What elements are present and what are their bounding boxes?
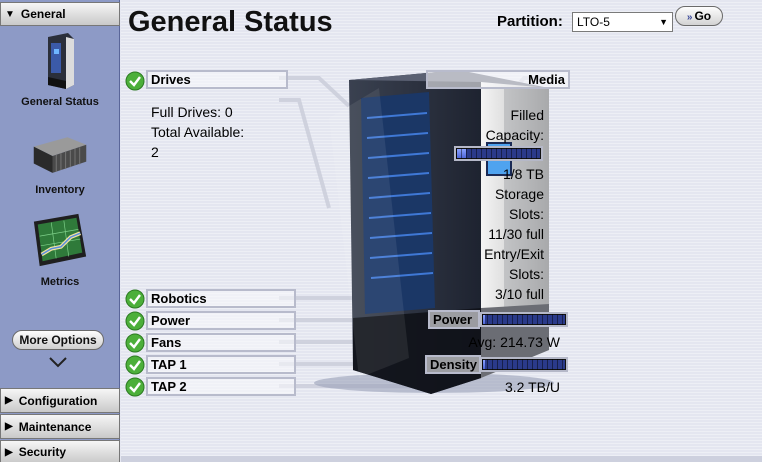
- entry-exit-label-1: Entry/Exit: [484, 246, 544, 262]
- storage-slots-label-2: Slots:: [508, 206, 544, 222]
- check-circle-icon: [125, 333, 145, 353]
- media-filled-value: 1/8 TB: [503, 166, 544, 182]
- drives-status-box[interactable]: Drives: [146, 70, 288, 89]
- storage-slots-value: 11/30 full: [488, 226, 544, 242]
- sidebar-item-label: General Status: [21, 96, 99, 108]
- density-value: 3.2 TB/U: [505, 379, 560, 395]
- check-circle-icon: [125, 71, 145, 91]
- filled-capacity-meter: [454, 146, 543, 161]
- sidebar-item-general-status[interactable]: General Status: [0, 30, 120, 108]
- sidebar-item-inventory[interactable]: Inventory: [0, 130, 120, 196]
- triangle-right-icon: ▶: [5, 421, 13, 432]
- bottom-status-strip: [121, 456, 762, 462]
- sidebar-item-label: Inventory: [35, 184, 85, 196]
- storage-slots-label-1: Storage: [494, 186, 544, 202]
- chart-monitor-icon: [30, 208, 90, 272]
- sidebar: ▼ General General Status Inventory Metri…: [0, 0, 120, 462]
- drives-total-value: 2: [151, 144, 159, 160]
- go-button-label: Go: [694, 9, 712, 23]
- tap2-status-box[interactable]: TAP 2: [146, 377, 296, 396]
- robotics-status-box[interactable]: Robotics: [146, 289, 296, 308]
- sidebar-section-configuration[interactable]: ▶ Configuration: [0, 388, 120, 413]
- power-component-status-box[interactable]: Power: [146, 311, 296, 330]
- power-meter: [480, 312, 568, 327]
- partition-label: Partition:: [497, 13, 563, 30]
- dropdown-arrow-icon: ▼: [659, 17, 668, 27]
- check-circle-icon: [125, 289, 145, 309]
- sidebar-section-label: Configuration: [18, 393, 98, 408]
- fans-status-box[interactable]: Fans: [146, 333, 296, 352]
- media-status-box[interactable]: Media: [426, 70, 570, 89]
- sidebar-section-label: Security: [18, 445, 67, 459]
- check-circle-icon: [125, 311, 145, 331]
- power-status-box[interactable]: Power: [428, 310, 480, 329]
- drives-total-label: Total Available:: [151, 124, 245, 140]
- double-chevron-right-icon: »: [686, 12, 693, 23]
- sidebar-section-label: General: [20, 7, 66, 21]
- entry-exit-label-2: Slots:: [508, 266, 544, 282]
- triangle-right-icon: ▶: [5, 395, 13, 406]
- sidebar-item-metrics[interactable]: Metrics: [0, 208, 120, 288]
- check-circle-icon: [125, 355, 145, 375]
- entry-exit-value: 3/10 full: [494, 286, 544, 302]
- triangle-right-icon: ▶: [5, 446, 13, 458]
- partition-select[interactable]: LTO-5 ▼: [572, 12, 673, 32]
- density-meter: [480, 357, 568, 372]
- check-circle-icon: [125, 377, 145, 397]
- page-title: General Status: [128, 6, 333, 38]
- tape-cartridges-icon: [30, 130, 90, 180]
- main-panel: General Status Partition: LTO-5 ▼ » Go D…: [121, 0, 762, 462]
- media-filled-label-1: Filled: [510, 107, 544, 123]
- triangle-down-icon: ▼: [5, 8, 15, 20]
- go-button[interactable]: » Go: [675, 6, 723, 26]
- density-status-box[interactable]: Density: [425, 355, 481, 374]
- library-tower-icon: [30, 30, 90, 92]
- sidebar-section-general[interactable]: ▼ General: [0, 2, 120, 26]
- media-filled-label-2: Capacity:: [485, 127, 544, 143]
- partition-select-value: LTO-5: [577, 15, 610, 29]
- chevron-down-icon[interactable]: [48, 355, 68, 368]
- sidebar-item-label: Metrics: [40, 276, 80, 288]
- drives-full: Full Drives: 0: [151, 104, 233, 120]
- sidebar-section-security[interactable]: ▶ Security: [0, 440, 120, 462]
- more-options-button[interactable]: More Options: [12, 330, 104, 350]
- tap1-status-box[interactable]: TAP 1: [146, 355, 296, 374]
- sidebar-section-maintenance[interactable]: ▶ Maintenance: [0, 414, 120, 439]
- power-average: Avg: 214.73 W: [468, 334, 560, 350]
- sidebar-section-label: Maintenance: [18, 419, 92, 434]
